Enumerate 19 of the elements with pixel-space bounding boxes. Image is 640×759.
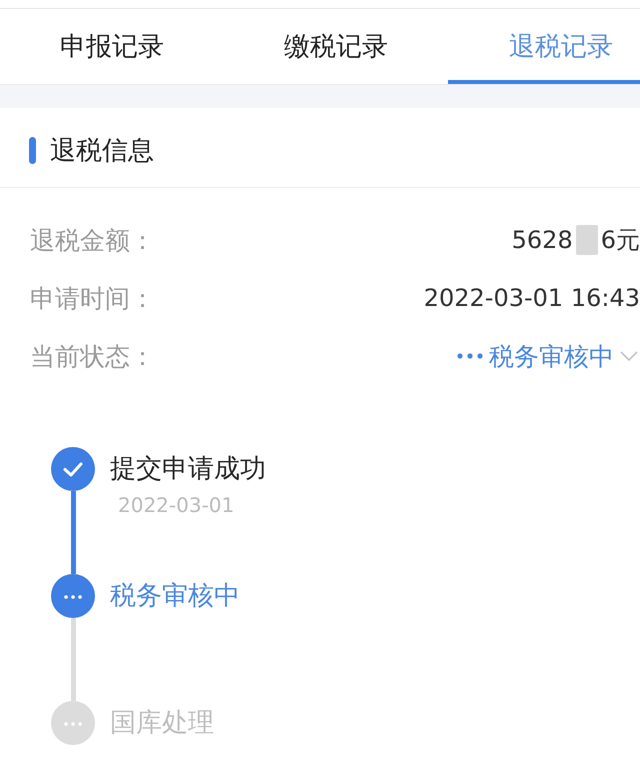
time-value: 2022-03-01 16:43	[424, 284, 640, 312]
section-title: 退税信息	[50, 135, 154, 168]
section-accent-bar	[29, 137, 36, 164]
redaction-block	[576, 225, 598, 255]
step-title: 国库处理	[110, 707, 214, 740]
dots-icon	[51, 701, 95, 745]
dots-icon	[457, 353, 483, 359]
chevron-down-icon[interactable]	[620, 351, 638, 361]
amount-value: 6元	[600, 225, 640, 256]
step-title: 提交申请成功	[110, 453, 266, 486]
step-title: 税务审核中	[110, 580, 240, 613]
step-date: 2022-03-01	[118, 493, 234, 517]
check-icon	[51, 447, 95, 491]
info-label: 申请时间：	[30, 282, 155, 314]
status-value[interactable]: 税务审核中	[489, 340, 614, 372]
info-label: 当前状态：	[30, 340, 155, 372]
info-label: 退税金额：	[30, 224, 155, 256]
dots-icon	[51, 574, 95, 618]
amount-value: 5628	[512, 226, 573, 254]
